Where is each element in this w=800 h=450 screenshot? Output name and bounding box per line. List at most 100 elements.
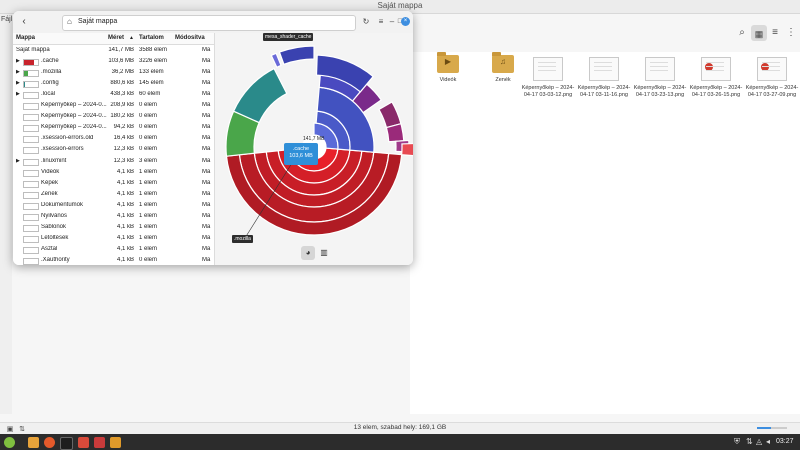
app-icon-3[interactable] (110, 437, 121, 448)
ring-segment-small[interactable] (401, 142, 413, 157)
shield-icon[interactable]: ⛨ (734, 437, 740, 447)
grid-icon: ▦ (754, 29, 764, 39)
table-row[interactable]: Zenék 4,1 kB 1 elem Ma (13, 189, 214, 200)
file-item[interactable]: Képernyőkép – 2024-04-17 03-23-13.png (632, 55, 688, 99)
selected-segment-label: .cache 103,6 MB (284, 143, 318, 165)
menu-file[interactable]: Fájl (1, 16, 12, 23)
file-item[interactable]: Képernyőkép – 2024-04-17 03-26-15.png (688, 55, 744, 99)
expander-icon[interactable]: ▶ (16, 69, 22, 75)
treemap-view-button[interactable]: ▥ (317, 246, 331, 260)
table-row[interactable]: Asztal 4,1 kB 1 elem Ma (13, 244, 214, 255)
expander-icon[interactable]: ▶ (16, 91, 22, 97)
search-icon[interactable]: ⌕ (735, 26, 749, 40)
wifi-icon[interactable]: ◬ (756, 437, 762, 447)
table-row[interactable]: Dokumentumok 4,1 kB 1 elem Ma (13, 200, 214, 211)
close-icon[interactable]: × (401, 17, 410, 26)
modified-date: Ma (202, 113, 211, 120)
folder-name: .config (41, 80, 59, 87)
network-icon[interactable]: ⇅ (746, 437, 753, 447)
table-row[interactable]: ▶ .local 438,3 kB 60 elem Ma (13, 89, 214, 100)
usage-bar (23, 257, 39, 265)
table-row[interactable]: Képernyőkép – 2024-0... 208,9 kB 0 elem Ma (13, 100, 214, 111)
modified-date: Ma (202, 190, 211, 197)
folder-name: Videók (41, 168, 60, 175)
ring-segment-shader[interactable] (385, 122, 405, 143)
menu-icon[interactable]: ⋮ (784, 26, 798, 40)
table-row[interactable]: Képek 4,1 kB 1 elem Ma (13, 178, 214, 189)
file-label: Képernyőkép – 2024-04-17 03-26-15.png (689, 85, 743, 98)
table-row[interactable]: Képernyőkép – 2024-0... 94,2 kB 0 elem Ma (13, 122, 214, 133)
zoom-slider[interactable] (757, 427, 787, 429)
folder-size: 208,9 kB (110, 102, 134, 109)
col-name-header[interactable]: Mappa (16, 35, 35, 41)
folder-name: Saját mappa (16, 47, 50, 53)
table-row[interactable]: .Xauthority 4,1 kB 0 elem Ma (13, 255, 214, 265)
ring-segment-small[interactable] (270, 52, 282, 69)
table-row[interactable]: .xsession-errors 12,3 kB 0 elem Ma (13, 144, 214, 155)
folder-size: 12,3 kB (113, 157, 134, 164)
folder-name: .cache (41, 58, 59, 65)
folder-size: 4,1 kB (116, 190, 134, 197)
item-count: 1 elem (139, 201, 158, 208)
folder-name: .local (41, 91, 56, 98)
file-item[interactable]: Képernyőkép – 2024-04-17 03-03-12.png (520, 55, 576, 99)
folder-icon: ♫ (492, 52, 514, 73)
folder-size: 4,1 kB (116, 168, 134, 175)
usage-bar (23, 202, 39, 210)
back-button[interactable]: ‹ (17, 15, 31, 29)
chart-footer: ◕ ▥ (215, 243, 413, 265)
volume-icon[interactable]: ◂ (766, 437, 770, 447)
modified-date: Ma (202, 146, 211, 153)
file-item[interactable]: Képernyőkép – 2024-04-17 03-27-09.png (744, 55, 800, 99)
table-row[interactable]: Saját mappa 141,7 MB 3588 elem Ma (13, 45, 214, 56)
ring-segment-config[interactable] (232, 67, 288, 124)
list-view-icon[interactable]: ≡ (768, 26, 782, 40)
table-row[interactable]: .xsession-errors.old 16,4 kB 0 elem Ma (13, 133, 214, 144)
folder-size: 16,4 kB (113, 135, 134, 142)
usage-bar (23, 224, 39, 232)
modified-date: Ma (202, 179, 211, 186)
path-bar[interactable]: ⌂ Saját mappa (62, 15, 356, 31)
files-app-icon[interactable] (28, 437, 39, 448)
expander-icon[interactable]: ▶ (16, 58, 22, 64)
rings-view-button[interactable]: ◕ (301, 246, 315, 260)
folder-size: 880,6 kB (110, 80, 134, 87)
firefox-icon[interactable] (44, 437, 55, 448)
table-row[interactable]: ▶ .config 880,6 kB 145 elem Ma (13, 78, 214, 89)
folder-name: Sablonok (41, 223, 67, 230)
table-row[interactable]: Videók 4,1 kB 1 elem Ma (13, 167, 214, 178)
table-row[interactable]: Nyilvános 4,1 kB 1 elem Ma (13, 211, 214, 222)
expander-icon[interactable]: ▶ (16, 158, 22, 164)
clock[interactable]: 03:27 (776, 438, 794, 445)
ring-segment-shader[interactable] (378, 101, 402, 129)
col-size-header[interactable]: Méret (108, 35, 124, 41)
item-count: 1 elem (139, 234, 158, 241)
menu-start-icon[interactable] (4, 437, 15, 448)
table-row[interactable]: Sablonok 4,1 kB 1 elem Ma (13, 222, 214, 233)
item-count: 0 elem (139, 113, 158, 120)
app-icon-1[interactable] (78, 437, 89, 448)
usage-bar (23, 169, 39, 177)
item-count: 0 elem (139, 124, 158, 131)
disk-usage-header: ‹ ⌂ Saját mappa ↻ ≡ – □ × (13, 11, 413, 34)
item-count: 60 elem (139, 91, 161, 98)
table-row[interactable]: Letöltések 4,1 kB 1 elem Ma (13, 233, 214, 244)
modified-date: Ma (202, 135, 211, 142)
folder-size: 180,2 kB (110, 113, 134, 120)
col-count-header[interactable]: Tartalom (139, 35, 164, 41)
ring-segment-shader[interactable] (278, 45, 315, 66)
table-row[interactable]: ▶ .linuxmint 12,3 kB 3 elem Ma (13, 156, 214, 167)
table-row[interactable]: Képernyőkép – 2024-0... 180,2 kB 0 elem Ma (13, 111, 214, 122)
file-item[interactable]: Képernyőkép – 2024-04-17 03-11-16.png (576, 55, 632, 99)
expander-icon[interactable]: ▶ (16, 80, 22, 86)
table-row[interactable]: ▶ .cache 103,6 MB 3226 elem Ma (13, 56, 214, 67)
terminal-icon[interactable] (60, 437, 73, 450)
usage-bar (23, 81, 39, 89)
app-icon-2[interactable] (94, 437, 105, 448)
refresh-icon[interactable]: ↻ (360, 16, 372, 28)
item-count: 133 elem (139, 69, 164, 76)
usage-bar (23, 103, 39, 111)
table-row[interactable]: ▶ .mozilla 36,2 MB 133 elem Ma (13, 67, 214, 78)
col-modified-header[interactable]: Módosítva (175, 35, 205, 41)
folder-item[interactable]: ▶ Videók (420, 52, 476, 84)
